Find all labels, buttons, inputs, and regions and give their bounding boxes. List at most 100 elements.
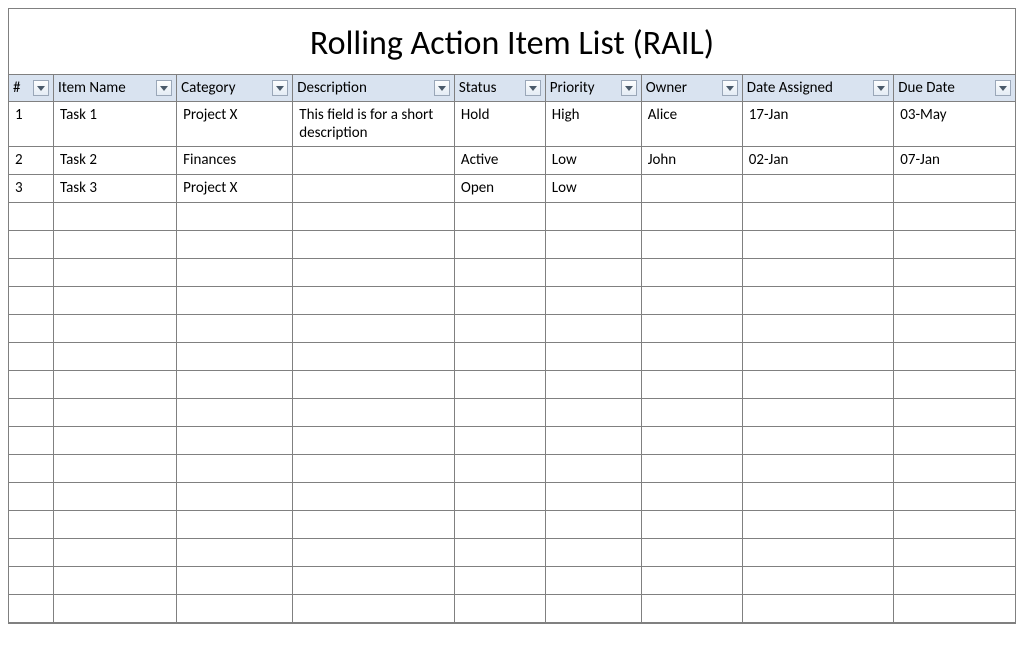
col-header-owner[interactable]: Owner (641, 75, 742, 102)
cell[interactable] (454, 567, 545, 595)
table-row[interactable] (9, 343, 1015, 371)
table-row[interactable] (9, 287, 1015, 315)
cell[interactable] (641, 315, 742, 343)
cell[interactable] (641, 511, 742, 539)
cell[interactable] (9, 259, 53, 287)
cell[interactable] (454, 511, 545, 539)
cell[interactable] (177, 483, 293, 511)
cell[interactable] (742, 343, 894, 371)
cell[interactable] (293, 427, 455, 455)
cell-priority[interactable]: Low (545, 175, 641, 203)
filter-dropdown-icon[interactable] (272, 80, 288, 96)
cell[interactable] (742, 203, 894, 231)
cell[interactable] (742, 399, 894, 427)
cell[interactable] (894, 539, 1015, 567)
table-row[interactable] (9, 399, 1015, 427)
cell[interactable] (454, 315, 545, 343)
cell[interactable] (454, 427, 545, 455)
cell[interactable] (177, 455, 293, 483)
col-header-status[interactable]: Status (454, 75, 545, 102)
cell[interactable] (545, 427, 641, 455)
cell-item-name[interactable]: Task 2 (53, 147, 176, 175)
cell[interactable] (742, 427, 894, 455)
table-row[interactable] (9, 427, 1015, 455)
cell[interactable] (894, 287, 1015, 315)
cell[interactable] (894, 399, 1015, 427)
cell-due-date[interactable] (894, 175, 1015, 203)
cell[interactable] (742, 259, 894, 287)
cell-description[interactable]: This field is for a short description (293, 102, 455, 147)
col-header-item-name[interactable]: Item Name (53, 75, 176, 102)
cell[interactable] (177, 343, 293, 371)
cell[interactable] (641, 455, 742, 483)
cell[interactable] (53, 203, 176, 231)
cell-due-date[interactable]: 07-Jan (894, 147, 1015, 175)
cell[interactable] (177, 427, 293, 455)
cell[interactable] (641, 539, 742, 567)
cell[interactable] (293, 483, 455, 511)
cell[interactable] (454, 483, 545, 511)
cell[interactable] (641, 483, 742, 511)
table-row[interactable] (9, 259, 1015, 287)
cell[interactable] (9, 427, 53, 455)
cell[interactable] (454, 343, 545, 371)
cell[interactable] (545, 539, 641, 567)
cell[interactable] (742, 315, 894, 343)
cell[interactable] (641, 343, 742, 371)
cell[interactable] (177, 315, 293, 343)
cell[interactable] (545, 511, 641, 539)
filter-dropdown-icon[interactable] (995, 80, 1011, 96)
cell[interactable] (454, 595, 545, 623)
cell[interactable] (53, 231, 176, 259)
filter-dropdown-icon[interactable] (525, 80, 541, 96)
cell[interactable] (454, 539, 545, 567)
cell[interactable] (641, 567, 742, 595)
cell[interactable] (742, 483, 894, 511)
cell[interactable] (293, 315, 455, 343)
cell[interactable] (53, 343, 176, 371)
cell[interactable] (894, 371, 1015, 399)
cell[interactable] (9, 371, 53, 399)
cell[interactable] (641, 203, 742, 231)
cell[interactable] (293, 203, 455, 231)
cell[interactable] (742, 231, 894, 259)
cell[interactable] (53, 455, 176, 483)
table-row[interactable]: 3 Task 3 Project X Open Low (9, 175, 1015, 203)
cell[interactable] (177, 203, 293, 231)
cell[interactable] (177, 231, 293, 259)
col-header-due-date[interactable]: Due Date (894, 75, 1015, 102)
cell[interactable] (177, 511, 293, 539)
cell[interactable] (293, 511, 455, 539)
cell[interactable] (742, 511, 894, 539)
cell[interactable] (742, 455, 894, 483)
cell[interactable] (53, 287, 176, 315)
col-header-date-assigned[interactable]: Date Assigned (742, 75, 894, 102)
cell[interactable] (177, 595, 293, 623)
cell-due-date[interactable]: 03-May (894, 102, 1015, 147)
cell[interactable] (742, 567, 894, 595)
cell[interactable] (53, 315, 176, 343)
filter-dropdown-icon[interactable] (156, 80, 172, 96)
cell[interactable] (545, 343, 641, 371)
cell[interactable] (894, 455, 1015, 483)
filter-dropdown-icon[interactable] (873, 80, 889, 96)
col-header-category[interactable]: Category (177, 75, 293, 102)
filter-dropdown-icon[interactable] (722, 80, 738, 96)
cell[interactable] (177, 567, 293, 595)
cell[interactable] (641, 371, 742, 399)
cell-owner[interactable] (641, 175, 742, 203)
cell-date-assigned[interactable]: 17-Jan (742, 102, 894, 147)
filter-dropdown-icon[interactable] (33, 80, 49, 96)
cell-num[interactable]: 3 (9, 175, 53, 203)
table-row[interactable] (9, 567, 1015, 595)
cell[interactable] (545, 231, 641, 259)
cell-item-name[interactable]: Task 1 (53, 102, 176, 147)
cell[interactable] (9, 343, 53, 371)
cell[interactable] (53, 511, 176, 539)
cell[interactable] (9, 399, 53, 427)
cell[interactable] (177, 259, 293, 287)
cell-owner[interactable]: John (641, 147, 742, 175)
filter-dropdown-icon[interactable] (434, 80, 450, 96)
cell-status[interactable]: Hold (454, 102, 545, 147)
cell[interactable] (894, 427, 1015, 455)
